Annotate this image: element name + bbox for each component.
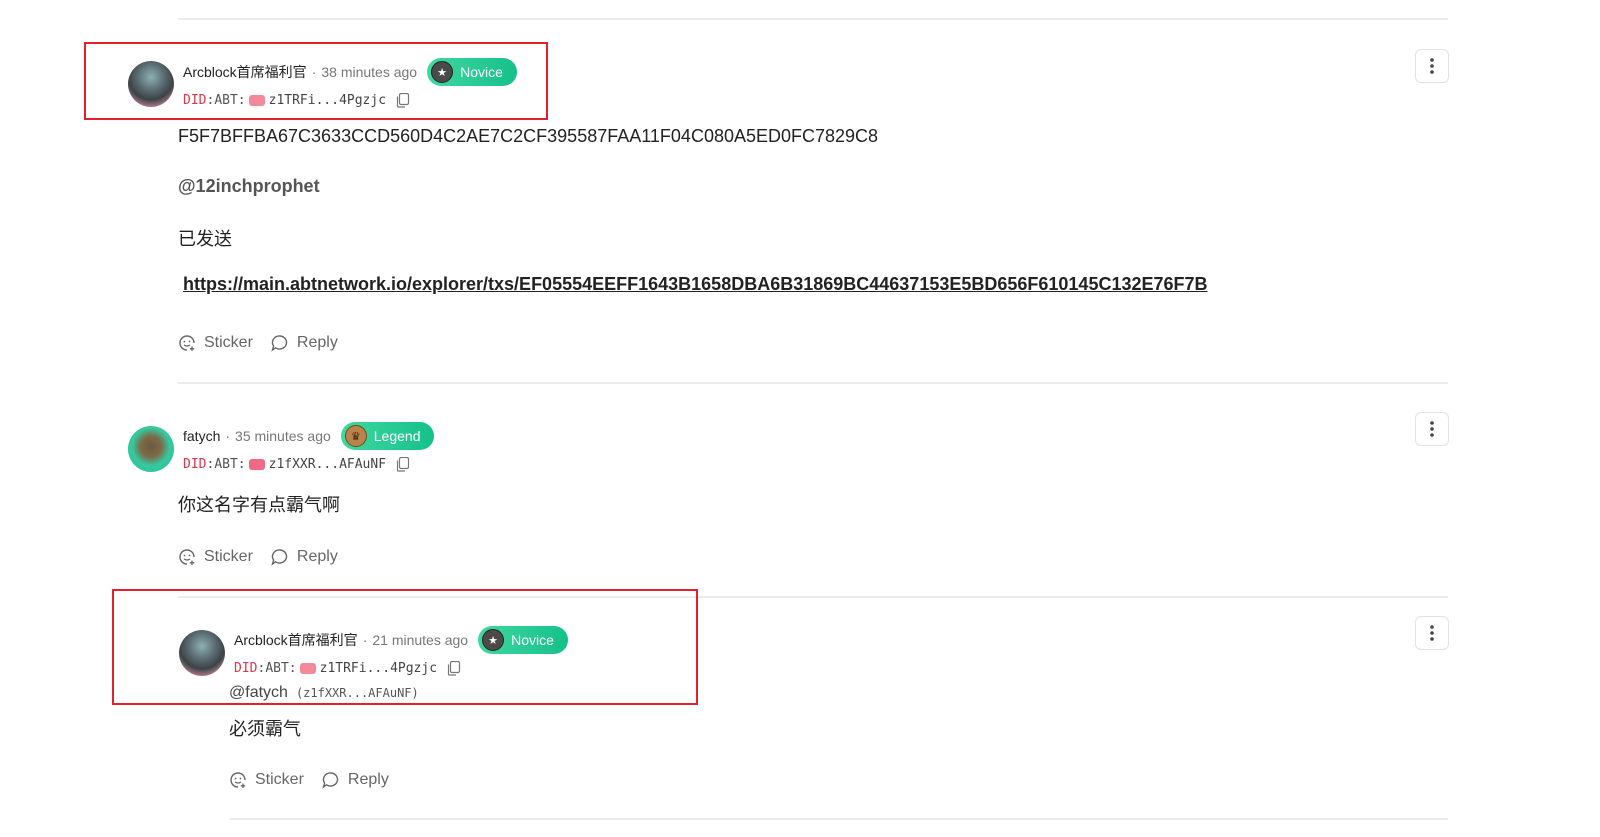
badge-label: Legend bbox=[373, 428, 421, 444]
badge-medal-icon: ★ bbox=[431, 61, 454, 83]
sticker-label: Sticker bbox=[204, 334, 253, 351]
more-vertical-icon bbox=[1430, 58, 1434, 74]
did-label: DID bbox=[183, 457, 207, 472]
mention-link[interactable]: @12inchprophet bbox=[178, 176, 320, 197]
sticker-button[interactable]: Sticker bbox=[178, 548, 253, 566]
author-name[interactable]: Arcblock首席福利官 bbox=[183, 62, 307, 82]
sticker-button[interactable]: Sticker bbox=[229, 771, 304, 789]
reply-bubble-icon bbox=[271, 335, 288, 352]
explorer-link[interactable]: https://main.abtnetwork.io/explorer/txs/… bbox=[183, 274, 1208, 295]
reply-button[interactable]: Reply bbox=[322, 771, 389, 789]
did-row: DID : ABT: z1fXXR...AFAuNF bbox=[183, 457, 410, 472]
did-avatar-icon bbox=[299, 663, 316, 674]
comment-actions: Sticker Reply bbox=[229, 771, 407, 789]
sticker-button[interactable]: Sticker bbox=[178, 334, 253, 352]
more-vertical-icon bbox=[1430, 625, 1434, 641]
author-name[interactable]: fatych bbox=[183, 428, 220, 444]
top-divider bbox=[178, 18, 1448, 20]
sticker-icon bbox=[230, 772, 246, 788]
novice-badge[interactable]: ★ Novice bbox=[478, 626, 568, 654]
comment-actions: Sticker Reply bbox=[178, 548, 356, 566]
did-colon: : bbox=[257, 661, 266, 676]
reply-label: Reply bbox=[296, 334, 338, 351]
comment-divider bbox=[178, 382, 1448, 384]
sticker-label: Sticker bbox=[204, 548, 253, 565]
did-colon: : bbox=[206, 93, 215, 108]
comment-text: 你这名字有点霸气啊 bbox=[178, 495, 340, 515]
novice-badge[interactable]: ★ Novice bbox=[427, 58, 517, 86]
timestamp: 21 minutes ago bbox=[372, 632, 469, 648]
more-options-button[interactable] bbox=[1415, 49, 1449, 83]
did-address: z1fXXR...AFAuNF bbox=[268, 457, 387, 472]
did-row: DID : ABT: z1TRFi...4Pgzjc bbox=[183, 93, 410, 108]
did-avatar-icon bbox=[248, 459, 265, 470]
did-label: DID bbox=[234, 661, 258, 676]
reply-button[interactable]: Reply bbox=[271, 334, 338, 352]
sticker-icon bbox=[179, 335, 195, 351]
legend-badge[interactable]: ♛ Legend bbox=[340, 422, 435, 450]
sticker-icon bbox=[179, 549, 195, 565]
timestamp: 38 minutes ago bbox=[321, 64, 418, 80]
comment-text: 必须霸气 bbox=[229, 719, 301, 739]
badge-label: Novice bbox=[511, 632, 554, 648]
copy-icon[interactable] bbox=[447, 661, 461, 676]
badge-medal-icon: ♛ bbox=[344, 425, 367, 447]
separator: · bbox=[311, 64, 317, 80]
more-vertical-icon bbox=[1430, 421, 1434, 437]
avatar[interactable] bbox=[179, 630, 225, 676]
timestamp: 35 minutes ago bbox=[235, 428, 331, 444]
comment-1-header: Arcblock首席福利官 · 38 minutes ago ★ Novice bbox=[183, 58, 517, 86]
reply-bubble-icon bbox=[322, 772, 339, 789]
copy-icon[interactable] bbox=[396, 93, 410, 108]
avatar[interactable] bbox=[128, 61, 174, 107]
more-options-button[interactable] bbox=[1415, 412, 1449, 446]
did-colon: : bbox=[206, 457, 215, 472]
did-address: z1TRFi...4Pgzjc bbox=[268, 93, 387, 108]
comment-2-header: fatych · 35 minutes ago ♛ Legend bbox=[183, 422, 435, 450]
sticker-label: Sticker bbox=[255, 771, 304, 788]
more-options-button[interactable] bbox=[1415, 616, 1449, 650]
reply-label: Reply bbox=[296, 548, 338, 565]
transaction-hash: F5F7BFFBA67C3633CCD560D4C2AE7C2CF395587F… bbox=[178, 126, 879, 146]
did-label: DID bbox=[183, 93, 207, 108]
badge-label: Novice bbox=[460, 64, 503, 80]
reply-bubble-icon bbox=[271, 549, 288, 566]
did-prefix: ABT: bbox=[265, 661, 297, 676]
reply-to-did: (z1fXXR...AFAuNF) bbox=[295, 686, 419, 700]
copy-icon[interactable] bbox=[396, 457, 410, 472]
comment-3-header: Arcblock首席福利官 · 21 minutes ago ★ Novice bbox=[234, 626, 568, 654]
did-prefix: ABT: bbox=[214, 457, 246, 472]
reply-label: Reply bbox=[347, 771, 389, 788]
author-name[interactable]: Arcblock首席福利官 bbox=[234, 630, 358, 650]
did-avatar-icon bbox=[248, 95, 265, 106]
badge-medal-icon: ★ bbox=[482, 629, 505, 651]
comment-actions: Sticker Reply bbox=[178, 334, 356, 352]
reply-to-mention: @fatych (z1fXXR...AFAuNF) bbox=[229, 684, 419, 702]
separator: · bbox=[362, 632, 368, 648]
bottom-divider bbox=[229, 818, 1448, 820]
reply-to-user[interactable]: @fatych bbox=[229, 684, 288, 701]
did-address: z1TRFi...4Pgzjc bbox=[319, 661, 438, 676]
separator: · bbox=[225, 428, 231, 444]
did-prefix: ABT: bbox=[214, 93, 246, 108]
reply-button[interactable]: Reply bbox=[271, 548, 338, 566]
did-row: DID : ABT: z1TRFi...4Pgzjc bbox=[234, 661, 461, 676]
avatar[interactable] bbox=[128, 426, 174, 472]
comment-text: 已发送 bbox=[178, 229, 232, 249]
